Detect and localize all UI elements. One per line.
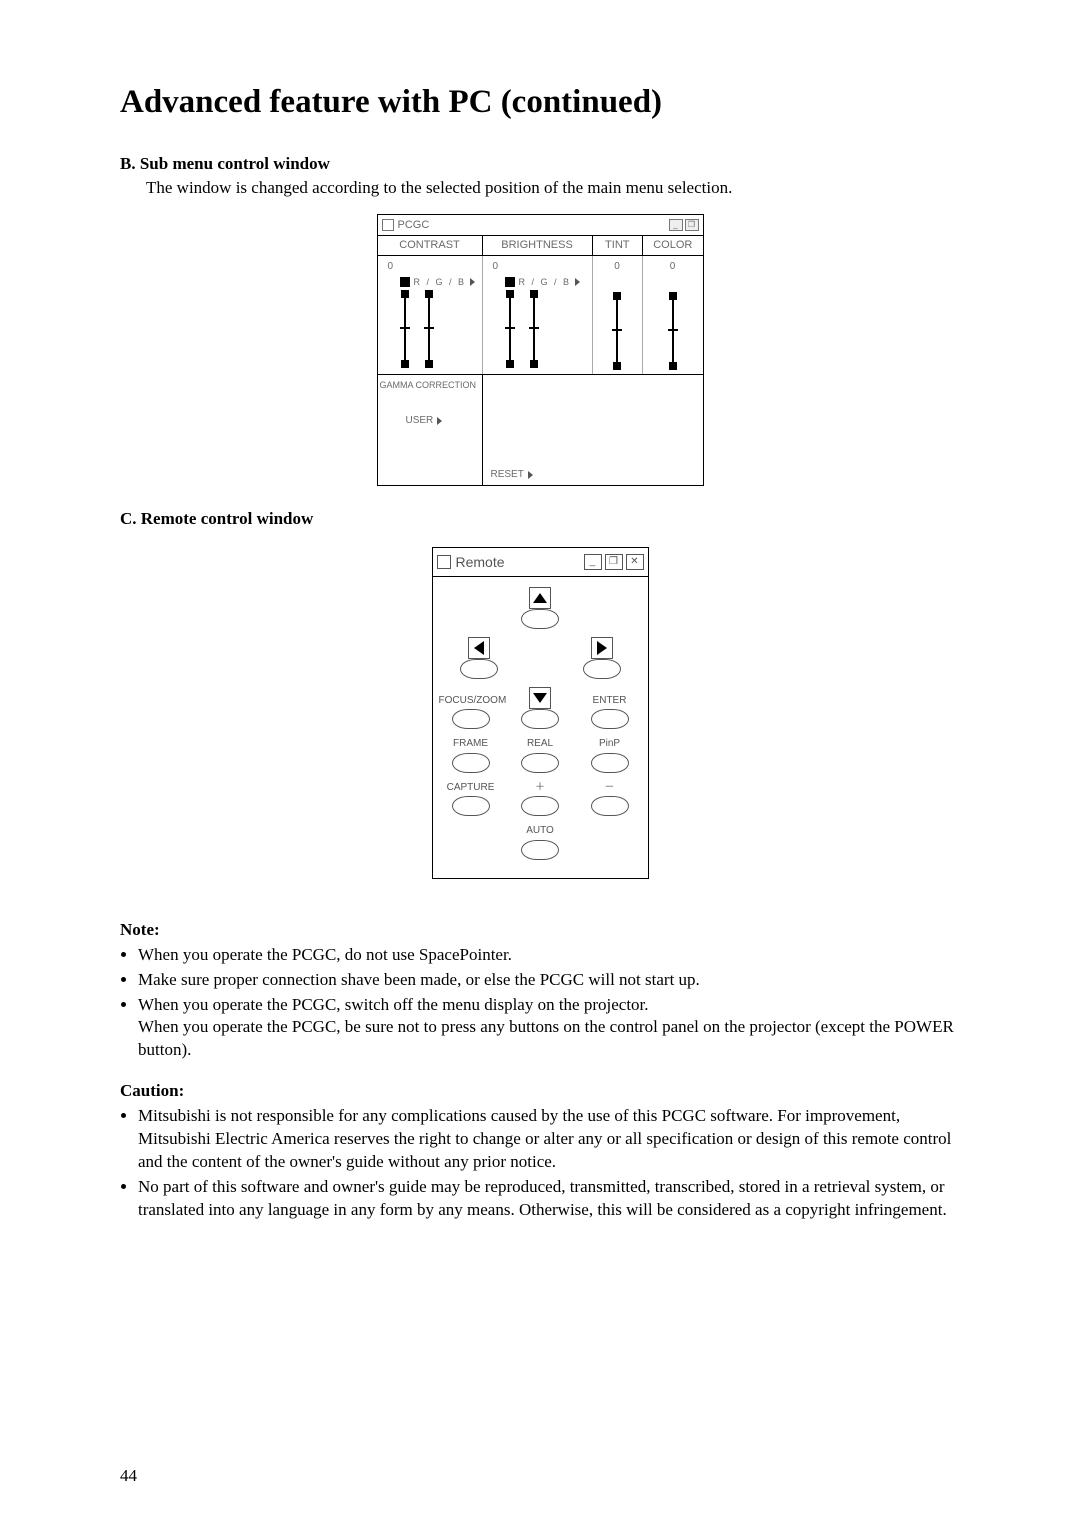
square-icon bbox=[505, 277, 515, 287]
right-button[interactable] bbox=[591, 637, 613, 659]
maximize-button[interactable]: ❐ bbox=[685, 219, 699, 231]
left-button[interactable] bbox=[468, 637, 490, 659]
tint-value: 0 bbox=[597, 260, 638, 274]
pinp-button[interactable] bbox=[591, 753, 629, 773]
left-oval[interactable] bbox=[460, 659, 498, 679]
section-b-heading: B. Sub menu control window bbox=[120, 153, 960, 176]
remote-title: Remote bbox=[456, 553, 584, 572]
reset-label: RESET bbox=[491, 468, 524, 482]
minimize-button[interactable]: _ bbox=[669, 219, 683, 231]
tint-slider[interactable] bbox=[616, 296, 618, 366]
rgb-label: R / G / B bbox=[414, 276, 467, 288]
brightness-slider-2[interactable] bbox=[533, 294, 535, 364]
page-number: 44 bbox=[120, 1465, 137, 1488]
remote-app-icon bbox=[437, 555, 451, 569]
close-button[interactable]: ✕ bbox=[626, 554, 644, 570]
focus-zoom-button[interactable] bbox=[452, 709, 490, 729]
focus-zoom-label: FOCUS/ZOOM bbox=[439, 694, 503, 708]
triangle-right-icon bbox=[470, 278, 475, 286]
triangle-right-icon bbox=[575, 278, 580, 286]
color-slider[interactable] bbox=[672, 296, 674, 366]
pcgc-header-row: CONTRAST BRIGHTNESS TINT COLOR bbox=[378, 236, 703, 256]
triangle-right-icon bbox=[437, 417, 442, 425]
real-button[interactable] bbox=[521, 753, 559, 773]
col-contrast: CONTRAST bbox=[378, 236, 483, 255]
contrast-rgb-button[interactable]: R / G / B bbox=[382, 276, 478, 288]
reset-button[interactable]: RESET bbox=[491, 468, 533, 482]
pcgc-window: PCGC _ ❐ CONTRAST BRIGHTNESS TINT COLOR … bbox=[377, 214, 704, 486]
note-item: Make sure proper connection shave been m… bbox=[138, 969, 960, 992]
capture-label: CAPTURE bbox=[439, 781, 503, 795]
plus-label: ＋ bbox=[508, 781, 572, 795]
section-b-desc: The window is changed according to the s… bbox=[120, 177, 960, 200]
user-button[interactable]: USER bbox=[378, 396, 482, 428]
page-title: Advanced feature with PC (continued) bbox=[120, 80, 960, 125]
minimize-button[interactable]: _ bbox=[584, 554, 602, 570]
note-item-text: When you operate the PCGC, switch off th… bbox=[138, 995, 649, 1014]
up-oval[interactable] bbox=[521, 609, 559, 629]
pcgc-app-icon bbox=[382, 219, 394, 231]
caution-item: No part of this software and owner's gui… bbox=[138, 1176, 960, 1222]
plus-button[interactable] bbox=[521, 796, 559, 816]
col-color: COLOR bbox=[643, 236, 702, 255]
auto-button[interactable] bbox=[521, 840, 559, 860]
remote-body: FOCUS/ZOOM ENTER FRAME REAL PinP CAPTURE… bbox=[433, 577, 648, 878]
enter-button[interactable] bbox=[591, 709, 629, 729]
down-button[interactable] bbox=[529, 687, 551, 709]
right-oval[interactable] bbox=[583, 659, 621, 679]
up-button[interactable] bbox=[529, 587, 551, 609]
brightness-rgb-button[interactable]: R / G / B bbox=[487, 276, 588, 288]
user-label: USER bbox=[406, 414, 434, 428]
note-heading: Note: bbox=[120, 919, 960, 942]
pcgc-titlebar: PCGC _ ❐ bbox=[378, 215, 703, 236]
color-value: 0 bbox=[647, 260, 699, 274]
col-tint: TINT bbox=[593, 236, 644, 255]
remote-titlebar: Remote _ ❐ ✕ bbox=[433, 548, 648, 577]
caution-item: Mitsubishi is not responsible for any co… bbox=[138, 1105, 960, 1174]
rgb-label: R / G / B bbox=[519, 276, 572, 288]
arrow-up-icon bbox=[533, 593, 547, 603]
minus-label: － bbox=[578, 781, 642, 795]
arrow-down-icon bbox=[533, 693, 547, 703]
contrast-slider-1[interactable] bbox=[404, 294, 406, 364]
maximize-button[interactable]: ❐ bbox=[605, 554, 623, 570]
auto-label: AUTO bbox=[508, 824, 572, 838]
enter-label: ENTER bbox=[578, 694, 642, 708]
down-oval[interactable] bbox=[521, 709, 559, 729]
pcgc-body: 0 R / G / B 0 R / G / B bbox=[378, 256, 703, 374]
square-icon bbox=[400, 277, 410, 287]
frame-label: FRAME bbox=[439, 737, 503, 751]
pcgc-title: PCGC bbox=[398, 218, 669, 233]
pcgc-bottom: GAMMA CORRECTION USER RESET bbox=[378, 374, 703, 485]
frame-button[interactable] bbox=[452, 753, 490, 773]
caution-heading: Caution: bbox=[120, 1080, 960, 1103]
note-item: When you operate the PCGC, do not use Sp… bbox=[138, 944, 960, 967]
gamma-correction-label: GAMMA CORRECTION bbox=[378, 375, 482, 396]
brightness-slider-1[interactable] bbox=[509, 294, 511, 364]
note-item: When you operate the PCGC, switch off th… bbox=[138, 994, 960, 1063]
triangle-right-icon bbox=[528, 471, 533, 479]
contrast-value: 0 bbox=[382, 260, 478, 274]
section-c-heading: C. Remote control window bbox=[120, 508, 960, 531]
capture-button[interactable] bbox=[452, 796, 490, 816]
real-label: REAL bbox=[508, 737, 572, 751]
arrow-left-icon bbox=[474, 641, 484, 655]
col-brightness: BRIGHTNESS bbox=[483, 236, 593, 255]
minus-button[interactable] bbox=[591, 796, 629, 816]
arrow-right-icon bbox=[597, 641, 607, 655]
caution-list: Mitsubishi is not responsible for any co… bbox=[120, 1105, 960, 1222]
remote-window: Remote _ ❐ ✕ FOCUS/ZOOM bbox=[432, 547, 649, 879]
pinp-label: PinP bbox=[578, 737, 642, 751]
brightness-value: 0 bbox=[487, 260, 588, 274]
contrast-slider-2[interactable] bbox=[428, 294, 430, 364]
note-item-extra: When you operate the PCGC, be sure not t… bbox=[138, 1017, 954, 1059]
note-list: When you operate the PCGC, do not use Sp… bbox=[120, 944, 960, 1063]
